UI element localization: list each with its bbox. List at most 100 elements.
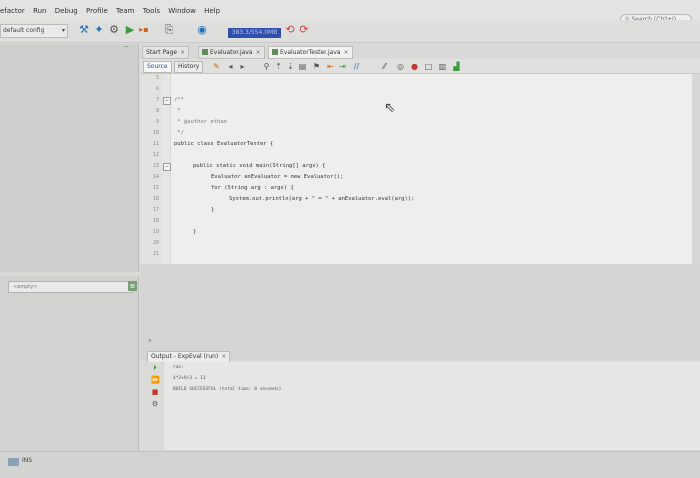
clean-build-icon[interactable]: ✦ xyxy=(93,24,105,36)
minimize-icon[interactable]: – xyxy=(124,42,129,52)
code-line: public class EvaluatorTester { xyxy=(174,141,274,147)
line-number: 19 xyxy=(152,229,159,235)
line-number: 14 xyxy=(152,174,159,180)
menu-team[interactable]: Team xyxy=(116,7,135,15)
close-icon[interactable]: × xyxy=(221,353,226,360)
code-line: public static void main(String[] args) { xyxy=(193,163,326,169)
history-button[interactable]: History xyxy=(174,61,204,73)
source-button[interactable]: Source xyxy=(143,61,172,73)
toggle-highlight-icon[interactable]: ▤ xyxy=(298,62,307,71)
stop-macro-icon[interactable]: □ xyxy=(424,62,433,71)
stop-icon[interactable]: ■ xyxy=(151,388,159,396)
start-macro-icon[interactable]: ◎ xyxy=(396,62,405,71)
diff-icon[interactable]: ▥ xyxy=(438,62,447,71)
uncomment-icon[interactable]: ⁄⁄ xyxy=(380,62,389,71)
code-line: */ xyxy=(174,130,184,136)
record-macro-icon[interactable]: ● xyxy=(410,62,419,71)
chart-icon[interactable]: ▟ xyxy=(452,62,461,71)
forward-icon[interactable]: ▸ xyxy=(238,62,247,71)
memory-usage-text: 383.3/554.0MB xyxy=(231,29,278,36)
tab-label: EvaluatorTester.java xyxy=(280,49,341,56)
line-number: 17 xyxy=(152,207,159,213)
menu-profile[interactable]: Profile xyxy=(86,7,108,15)
memory-usage-gauge[interactable]: 383.3/554.0MB xyxy=(228,28,281,38)
output-console[interactable] xyxy=(164,362,700,450)
settings-icon[interactable]: ⚙ xyxy=(108,24,120,36)
editor-scrollbar[interactable] xyxy=(692,74,700,264)
chevron-right-icon[interactable]: › xyxy=(148,336,152,346)
menu-refactor[interactable]: efactor xyxy=(0,7,25,15)
tab-evaluator-java[interactable]: Evaluator.java × xyxy=(198,46,265,59)
navigator-panel[interactable] xyxy=(0,276,139,451)
line-number: 18 xyxy=(152,218,159,224)
notification-icon[interactable] xyxy=(8,458,19,466)
code-line: } xyxy=(193,229,197,235)
config-select[interactable]: default config ▾ xyxy=(0,24,68,38)
tab-label: Start Page xyxy=(146,49,178,56)
close-icon[interactable]: × xyxy=(344,49,349,56)
output-line: BUILD SUCCESSFUL (total time: 0 seconds) xyxy=(173,387,282,392)
fold-icon[interactable]: − xyxy=(163,163,171,171)
tab-label: Evaluator.java xyxy=(210,49,253,56)
status-bar xyxy=(0,451,700,478)
code-line: } xyxy=(211,207,215,213)
run-icon[interactable]: ▶ xyxy=(124,24,136,36)
gc-icon[interactable]: ⟲ xyxy=(284,24,296,36)
line-number: 11 xyxy=(152,141,159,147)
tab-evaluatortester-java[interactable]: EvaluatorTester.java × xyxy=(268,46,353,59)
close-icon[interactable]: × xyxy=(256,49,261,56)
projects-panel[interactable] xyxy=(0,44,139,272)
find-icon[interactable]: ⚲ xyxy=(262,62,271,71)
refresh-icon[interactable]: ⟳ xyxy=(298,24,310,36)
find-next-icon[interactable]: ⇣ xyxy=(286,62,295,71)
line-number: 12 xyxy=(152,152,159,158)
shift-right-icon[interactable]: ⇥ xyxy=(338,62,347,71)
mouse-cursor-icon: ⇖ xyxy=(384,100,396,116)
build-hammer-icon[interactable]: ⚒ xyxy=(78,24,90,36)
code-line: System.out.println(arg + " = " + anEvalu… xyxy=(229,196,415,202)
shift-left-icon[interactable]: ⇤ xyxy=(326,62,335,71)
rerun-icon[interactable]: ⏵ xyxy=(151,364,159,372)
code-editor[interactable] xyxy=(171,74,692,264)
menu-help[interactable]: Help xyxy=(204,7,220,15)
output-window-frame xyxy=(140,264,700,360)
find-previous-icon[interactable]: ⇡ xyxy=(274,62,283,71)
fold-icon[interactable]: − xyxy=(163,97,171,105)
filter-icon[interactable]: ≡ xyxy=(128,281,137,291)
menu-run[interactable]: Run xyxy=(33,7,46,15)
java-file-icon xyxy=(272,49,278,55)
back-icon[interactable]: ◂ xyxy=(226,62,235,71)
attach-icon[interactable]: ◉ xyxy=(196,24,208,36)
menu-debug[interactable]: Debug xyxy=(55,7,78,15)
line-number: 6 xyxy=(155,86,159,92)
debug-icon[interactable]: ▸▪ xyxy=(138,24,150,36)
line-number: 10 xyxy=(152,130,159,136)
tab-label: Output - ExpEval (run) xyxy=(151,353,219,360)
last-edit-icon[interactable]: ✎ xyxy=(212,62,221,71)
code-line: * xyxy=(174,108,181,114)
main-toolbar xyxy=(0,20,700,43)
comment-icon[interactable]: // xyxy=(352,62,361,71)
rerun-with-params-icon[interactable]: ⏩ xyxy=(151,376,160,384)
code-line: /** xyxy=(174,97,184,103)
insert-mode-indicator: INS xyxy=(22,457,33,464)
editor-toolbar: Source History ✎ ◂ ▸ ⚲ ⇡ ⇣ ▤ ⚑ ⇤ ⇥ // ⁄⁄… xyxy=(140,59,700,74)
settings-icon[interactable]: ⚙ xyxy=(151,400,159,408)
chevron-down-icon: ▾ xyxy=(61,27,65,34)
editor-tab-row: Start Page × Evaluator.java × EvaluatorTes… xyxy=(140,44,700,59)
close-icon[interactable]: × xyxy=(180,49,185,56)
output-line: 4*2+9/3 = 11 xyxy=(173,376,206,381)
line-number: 5 xyxy=(155,75,159,81)
java-file-icon xyxy=(202,49,208,55)
line-number: 7 xyxy=(155,97,159,103)
config-value: default config xyxy=(3,27,45,34)
code-line: for (String arg : args) { xyxy=(211,185,294,191)
menu-tools[interactable]: Tools xyxy=(143,7,160,15)
tab-start-page[interactable]: Start Page × xyxy=(142,46,190,59)
members-filter-select[interactable]: <empty> xyxy=(8,281,132,293)
line-number: 9 xyxy=(155,119,159,125)
profile-icon[interactable]: ⎘ xyxy=(163,24,175,36)
menu-window[interactable]: Window xyxy=(168,7,196,15)
toggle-bookmark-icon[interactable]: ⚑ xyxy=(312,62,321,71)
output-line: run: xyxy=(173,365,184,370)
